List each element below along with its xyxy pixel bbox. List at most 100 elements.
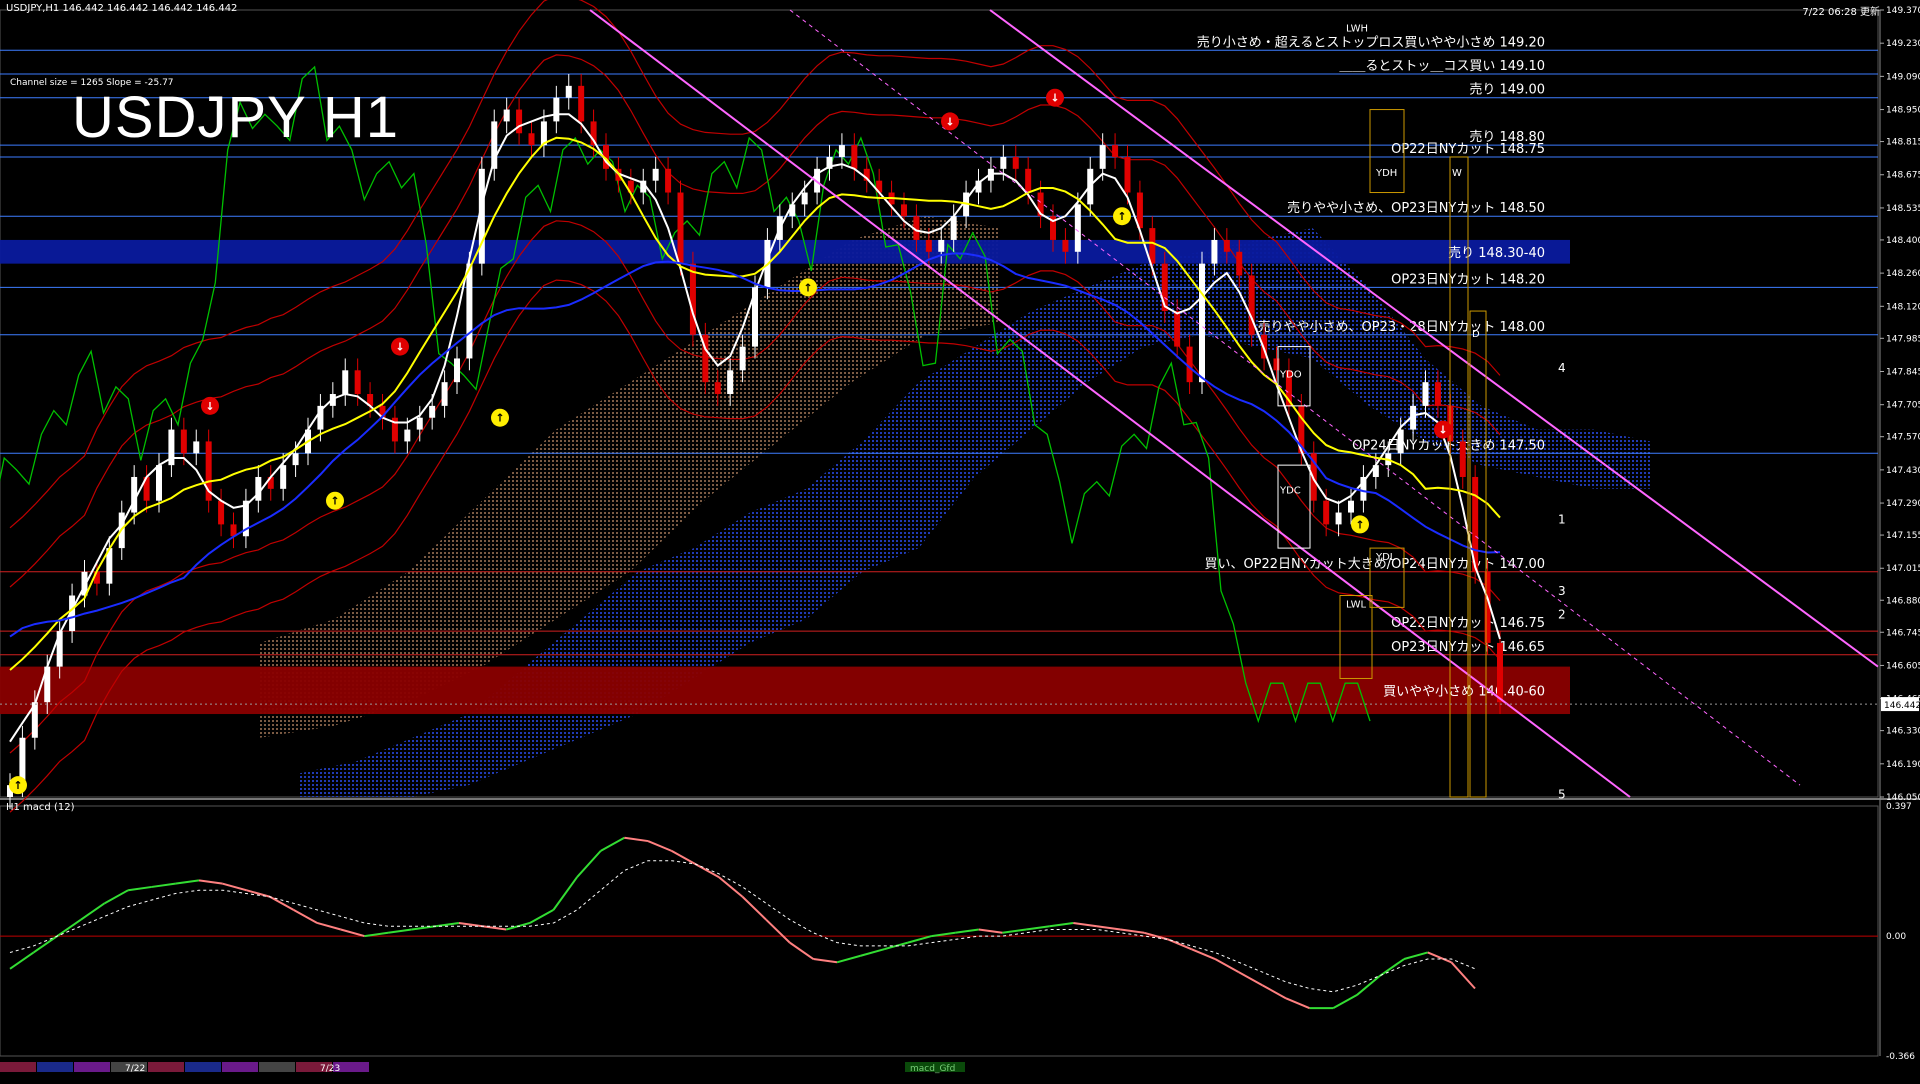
macd-axis-label: 0.00 (1886, 932, 1906, 942)
candle-body (1124, 156, 1131, 193)
macd-line-segment (222, 882, 247, 892)
candle-body (342, 370, 349, 395)
level-label: 売りやや小さめ、OP23日NYカット 148.50 (1287, 200, 1545, 216)
ydc-box (1277, 464, 1311, 549)
axis-tick-label: 149.230 (1886, 39, 1920, 49)
macd-line-segment (907, 935, 932, 944)
price-axis: 149.370 149.230 149.090 148.950 148.815 148.6… (1879, 6, 1920, 1056)
macd-label: H1 macd (12) (6, 802, 75, 813)
macd-line-segment (789, 941, 814, 960)
macd-line-segment (387, 928, 412, 934)
macd-line-segment (1191, 948, 1216, 960)
chart-title: USDJPY H1 (72, 85, 400, 150)
macd-line-segment (624, 836, 649, 843)
axis-tick-label: 146.745 (1886, 628, 1920, 638)
macd-line-segment (175, 879, 200, 885)
axis-tick-label: 146.605 (1886, 661, 1920, 671)
macd-line-segment (1450, 961, 1476, 990)
candle-body (677, 192, 684, 264)
candle-body (255, 476, 262, 501)
macd-line-segment (1096, 925, 1121, 931)
axis-tick-label: 146.880 (1886, 596, 1920, 606)
candle-body (354, 370, 361, 395)
candle-body (416, 417, 423, 430)
candle-body (950, 216, 957, 240)
macd-line-segment (80, 902, 106, 921)
timeline-segment (222, 1062, 258, 1072)
candle-body (1099, 145, 1106, 169)
timeline-label: 7/23 (320, 1064, 340, 1074)
macd-line-segment (1238, 971, 1263, 987)
macd-line-segment (1073, 921, 1098, 928)
macd-line-segment (1379, 958, 1405, 977)
candle-body (838, 145, 845, 157)
box-label: D (1472, 329, 1480, 340)
axis-tick-label: 148.950 (1886, 106, 1920, 116)
box-label: YDO (1279, 369, 1302, 380)
current-price-label: 146.442 (1884, 701, 1920, 711)
candle-body (218, 500, 225, 525)
channel-number: 5 (1558, 788, 1566, 802)
box-label: LWH (1346, 23, 1368, 34)
macd-line-segment (1403, 951, 1429, 960)
candle-body (1422, 382, 1429, 406)
macd-line-segment (741, 896, 767, 921)
symbol-info: USDJPY,H1 146.442 146.442 146.442 146.44… (6, 3, 238, 14)
candle-body (1000, 156, 1007, 169)
axis-tick-label: 146.330 (1886, 727, 1920, 737)
macd-line-segment (1002, 928, 1027, 934)
candle-body (578, 85, 585, 122)
candle-body (1348, 500, 1354, 513)
axis-tick-label: 146.190 (1886, 760, 1920, 770)
macd-line-segment (269, 895, 295, 911)
candle-body (193, 441, 200, 454)
candle-body (292, 453, 299, 466)
macd-line-segment (33, 935, 58, 954)
candle-body (156, 465, 162, 501)
candle-body (739, 346, 746, 371)
level-label: 売り小さめ・超えるとストップロス買いやや小さめ 149.20 (1197, 34, 1545, 50)
macd-line-segment (1049, 921, 1074, 928)
channel-number: 2 (1558, 607, 1566, 621)
channel-number: 1 (1558, 513, 1566, 527)
macd-line-segment (647, 840, 672, 852)
macd-line-segment (56, 918, 82, 937)
macd-line-segment (765, 918, 791, 944)
macd-line-segment (1427, 951, 1452, 964)
sell-signal-arrow: ↓ (1438, 424, 1447, 437)
axis-tick-label: 147.705 (1886, 401, 1920, 411)
macd-panel: 0.397 0.00 -0.366 (0, 802, 1915, 1062)
macd-line-segment (860, 948, 885, 957)
axis-tick-label: 148.675 (1886, 171, 1920, 181)
candle-body (1236, 251, 1243, 276)
box-label: YDH (1375, 168, 1397, 179)
indicator-tab-label: macd_Gfd (910, 1064, 955, 1074)
macd-line-segment (1356, 974, 1382, 996)
macd-line-segment (128, 885, 152, 892)
axis-tick-label: 149.090 (1886, 72, 1920, 82)
level-label: OP22日NYカット 148.75 (1391, 142, 1545, 157)
axis-tick-label: 148.400 (1886, 236, 1920, 246)
candle-body (429, 405, 436, 418)
macd-line-segment (813, 958, 838, 964)
candle-body (1273, 358, 1280, 371)
candle-body (1323, 500, 1330, 525)
axis-tick-label: 148.120 (1886, 302, 1920, 312)
macd-line-segment (482, 925, 507, 931)
timeline-segment (148, 1062, 184, 1072)
chart-svg[interactable]: 売り 148.30-40 買いやや小さめ 146.40-60 売り小さめ・超えるとス… (0, 0, 1920, 1080)
candle-body (454, 358, 460, 383)
candle-body (1199, 263, 1205, 383)
candle-body (801, 192, 808, 205)
candle-body (689, 263, 696, 335)
candle-body (1062, 239, 1069, 252)
timeline-segment (0, 1062, 36, 1072)
candle-body (1025, 168, 1032, 193)
buy-signal-arrow: ↑ (1355, 518, 1364, 531)
candle-body (727, 370, 734, 395)
box-label: LWL (1346, 599, 1367, 610)
candle-body (851, 145, 858, 169)
macd-signal-line (9, 860, 1476, 993)
macd-line-segment (340, 928, 365, 938)
chart-root: 売り 148.30-40 買いやや小さめ 146.40-60 売り小さめ・超えるとス… (0, 0, 1920, 1080)
